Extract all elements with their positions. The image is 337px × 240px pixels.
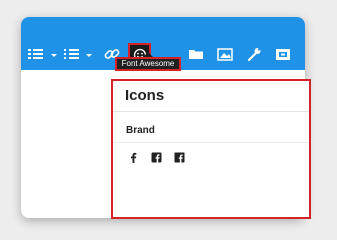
font-awesome-tooltip: Font Awesome — [115, 57, 181, 71]
unordered-list-icon[interactable] — [27, 45, 45, 63]
panel-title: Icons — [125, 87, 165, 104]
unordered-list-dropdown-icon[interactable] — [51, 54, 57, 57]
facebook-square-icon[interactable] — [151, 152, 162, 163]
media-icon[interactable] — [274, 45, 292, 63]
facebook-official-icon[interactable] — [174, 152, 185, 163]
divider — [113, 111, 309, 112]
divider — [113, 142, 309, 143]
ordered-list-dropdown-icon[interactable] — [86, 54, 92, 57]
icons-panel: Icons Brand — [111, 79, 311, 219]
image-icon[interactable] — [216, 45, 234, 63]
section-title-brand: Brand — [126, 125, 155, 136]
ordered-list-icon[interactable] — [63, 45, 81, 63]
folder-icon[interactable] — [187, 45, 205, 63]
facebook-icon[interactable] — [128, 152, 139, 163]
wrench-icon[interactable] — [245, 45, 263, 63]
